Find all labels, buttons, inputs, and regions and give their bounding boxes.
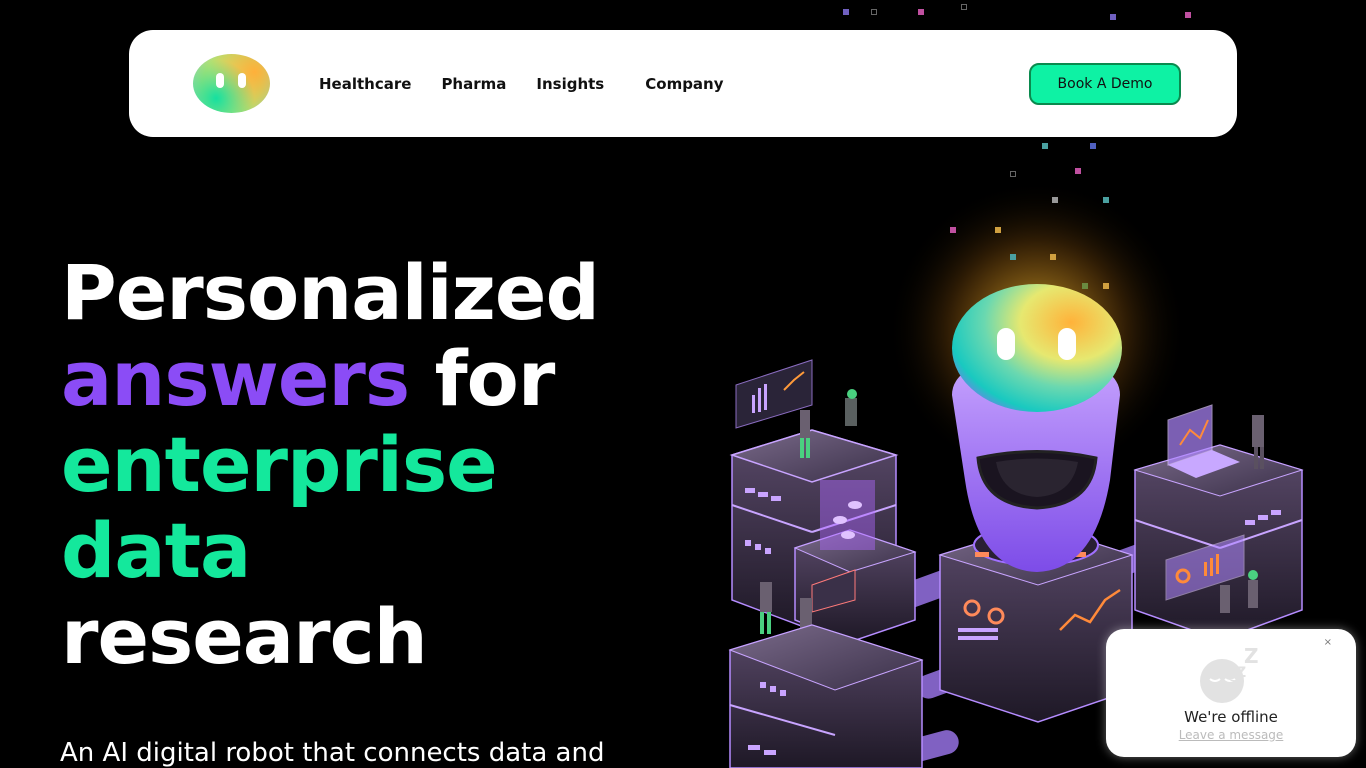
pixel-decoration <box>1103 197 1109 203</box>
hero-line-1: Personalized <box>61 248 600 337</box>
hero-line-4: data <box>61 506 251 595</box>
sleeping-face-icon: Z Z z <box>1200 644 1259 703</box>
pixel-decoration <box>1050 254 1056 260</box>
pixel-decoration <box>961 4 967 10</box>
logo[interactable] <box>193 54 270 113</box>
pixel-decoration <box>918 9 924 15</box>
nav-link-healthcare[interactable]: Healthcare <box>319 75 411 93</box>
chat-status: We're offline <box>1184 708 1278 726</box>
hero-line-5: research <box>61 592 428 681</box>
pixel-decoration <box>1090 143 1096 149</box>
leave-message-link[interactable]: Leave a message <box>1106 728 1356 742</box>
pixel-decoration <box>1075 168 1081 174</box>
nav-link-insights[interactable]: Insights <box>536 75 604 93</box>
svg-text:Z: Z <box>1244 644 1259 668</box>
pixel-decoration <box>1103 283 1109 289</box>
hero-accent-word: answers <box>61 334 410 423</box>
pixel-decoration <box>1110 14 1116 20</box>
pixel-decoration <box>1082 283 1088 289</box>
svg-text:z: z <box>1230 678 1235 688</box>
pixel-decoration <box>843 9 849 15</box>
chat-widget[interactable]: × Z Z z We're offline Leave a message <box>1106 629 1356 757</box>
chat-close-icon[interactable]: × <box>1324 637 1332 648</box>
pixel-decoration <box>1052 197 1058 203</box>
svg-text:Z: Z <box>1236 665 1246 681</box>
logo-eye-icon <box>216 73 224 88</box>
hero-line-2-rest: for <box>434 334 556 423</box>
pixel-decoration <box>1042 143 1048 149</box>
logo-eye-icon <box>238 73 246 88</box>
hero-subtitle: An AI digital robot that connects data a… <box>60 738 605 768</box>
pixel-decoration <box>1010 171 1016 177</box>
nav-links: Healthcare Pharma Insights Company <box>319 30 754 137</box>
pixel-decoration <box>995 227 1001 233</box>
hero-title: Personalized answers for enterprise data… <box>61 248 600 681</box>
pixel-decoration <box>950 227 956 233</box>
pixel-decoration <box>1185 12 1191 18</box>
hero-line-3: enterprise <box>61 420 498 509</box>
nav-link-pharma[interactable]: Pharma <box>441 75 506 93</box>
pixel-decoration <box>871 9 877 15</box>
pixel-decoration <box>1010 254 1016 260</box>
